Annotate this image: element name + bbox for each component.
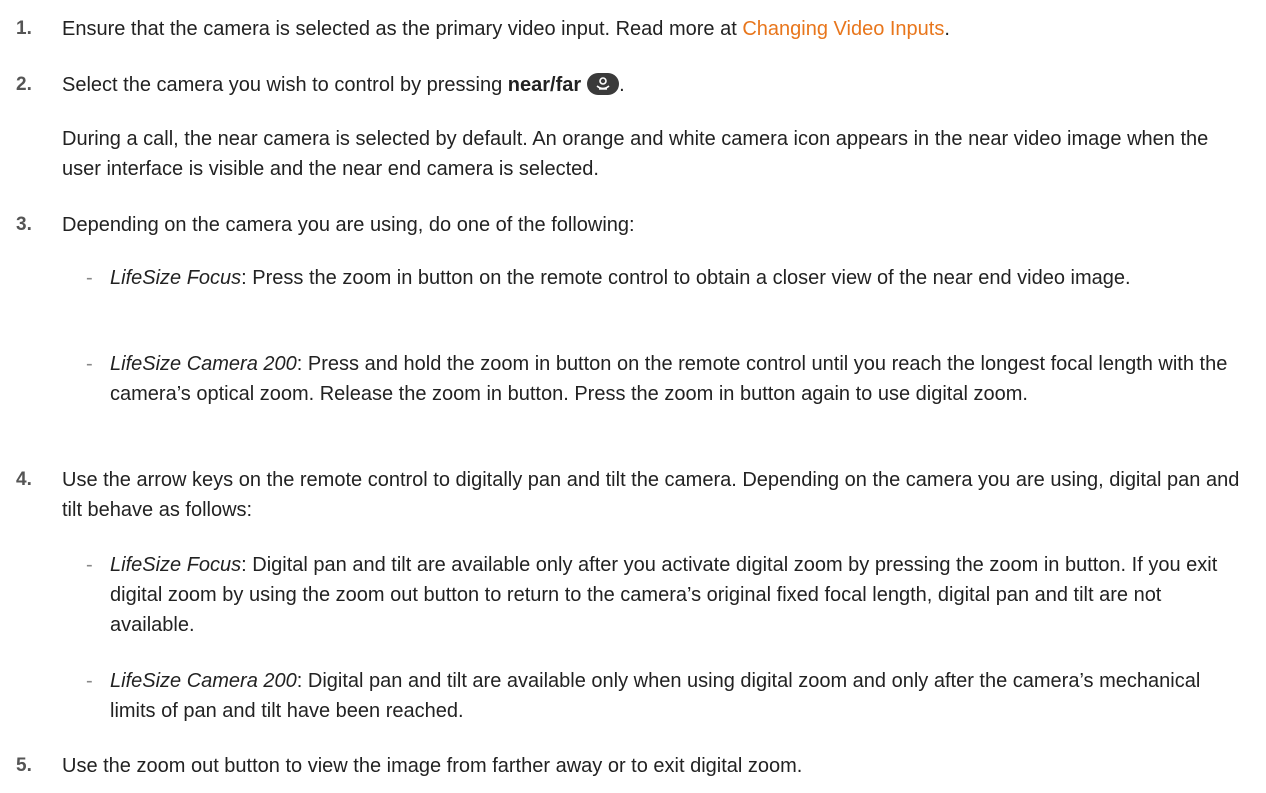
step-number: 2.: [16, 74, 32, 95]
step-3: 3. Depending on the camera you are using…: [0, 210, 1248, 240]
step-text: Ensure that the camera is selected as th…: [62, 18, 950, 40]
step-text: Use the zoom out button to view the imag…: [62, 755, 803, 777]
list-dash: -: [86, 670, 93, 692]
step-1: 1. Ensure that the camera is selected as…: [0, 14, 1248, 44]
camera-model-label: LifeSize Camera 200: [110, 353, 297, 375]
sub-text: LifeSize Focus: Digital pan and tilt are…: [110, 554, 1218, 636]
step-5: 5. Use the zoom out button to view the i…: [0, 751, 1248, 781]
camera-model-label: LifeSize Focus: [110, 554, 242, 576]
step-text: Use the arrow keys on the remote control…: [62, 469, 1240, 521]
step-number: 5.: [16, 755, 32, 776]
step-4-sub-1: - LifeSize Focus: Digital pan and tilt a…: [0, 550, 1246, 640]
sub-text: LifeSize Camera 200: Press and hold the …: [110, 353, 1228, 405]
changing-video-inputs-link[interactable]: Changing Video Inputs: [742, 18, 944, 40]
step-3-sub-1: - LifeSize Focus: Press the zoom in butt…: [0, 263, 1246, 293]
step-number: 4.: [16, 469, 32, 490]
list-dash: -: [86, 554, 93, 576]
list-dash: -: [86, 267, 93, 289]
near-far-camera-icon: [587, 73, 620, 95]
step-number: 1.: [16, 18, 32, 39]
step-text: Select the camera you wish to control by…: [62, 73, 625, 96]
step-2-note: During a call, the near camera is select…: [62, 128, 1209, 180]
step-number: 3.: [16, 214, 32, 235]
step-text: Depending on the camera you are using, d…: [62, 214, 635, 236]
camera-model-label: LifeSize Camera 200: [110, 670, 297, 692]
step-4: 4. Use the arrow keys on the remote cont…: [0, 465, 1248, 525]
sub-text: LifeSize Camera 200: Digital pan and til…: [110, 670, 1201, 722]
step-3-sub-2: - LifeSize Camera 200: Press and hold th…: [0, 349, 1246, 409]
step-4-sub-2: - LifeSize Camera 200: Digital pan and t…: [0, 666, 1246, 726]
camera-model-label: LifeSize Focus: [110, 267, 242, 289]
near-far-key-label: near/far: [507, 74, 582, 96]
step-2: 2. Select the camera you wish to control…: [0, 70, 1248, 100]
list-dash: -: [86, 353, 93, 375]
sub-text: LifeSize Focus: Press the zoom in button…: [110, 267, 1131, 289]
